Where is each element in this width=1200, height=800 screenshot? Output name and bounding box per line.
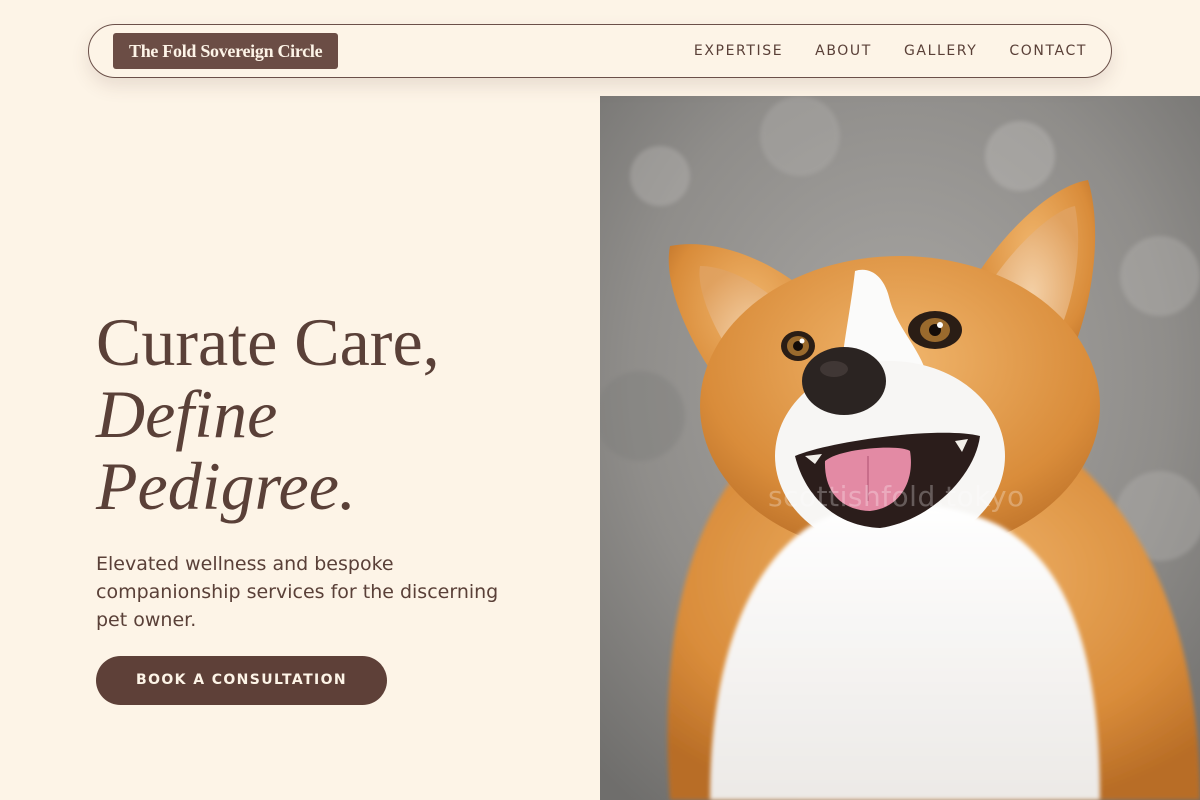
headline-line-2: Define	[96, 376, 278, 452]
nav-link-contact[interactable]: CONTACT	[1009, 43, 1087, 59]
top-navigation: The Fold Sovereign Circle EXPERTISE ABOU…	[88, 24, 1112, 78]
nav-link-gallery[interactable]: GALLERY	[904, 43, 977, 59]
book-consultation-button[interactable]: BOOK A CONSULTATION	[96, 656, 388, 705]
hero-section: Curate Care, Define Pedigree. Elevated w…	[96, 306, 566, 705]
nav-link-about[interactable]: ABOUT	[815, 43, 872, 59]
hero-subtitle: Elevated wellness and bespoke companions…	[96, 553, 499, 631]
headline-line-3: Pedigree.	[96, 448, 356, 524]
brand-logo[interactable]: The Fold Sovereign Circle	[113, 33, 339, 69]
landing-page: The Fold Sovereign Circle EXPERTISE ABOU…	[0, 0, 1200, 800]
headline-line-1: Curate Care,	[96, 304, 440, 380]
corgi-dog-photo: scottishfold.tokyo	[600, 96, 1200, 800]
nav-link-expertise[interactable]: EXPERTISE	[694, 43, 783, 59]
nav-menu: EXPERTISE ABOUT GALLERY CONTACT	[694, 43, 1087, 59]
hero-headline: Curate Care, Define Pedigree.	[96, 306, 566, 522]
